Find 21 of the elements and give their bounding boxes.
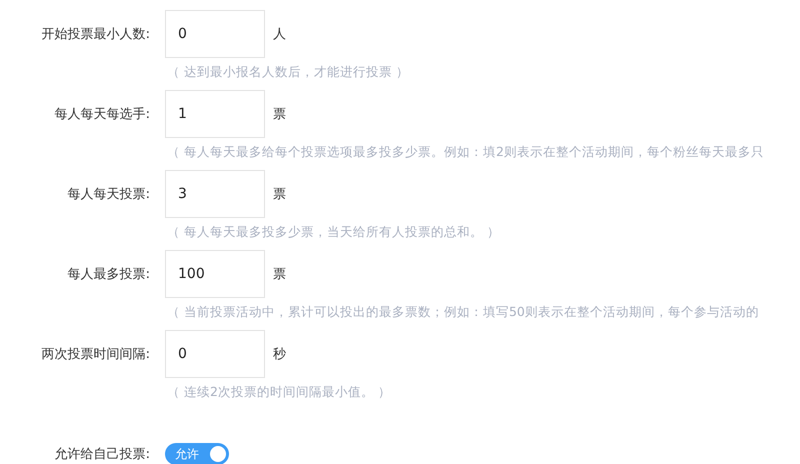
hint-text: （ 每人每天最多给每个投票选项最多投多少票。例如：填2则表示在整个活动期间，每个粉丝每天最多只 [167,143,765,161]
hint-text: （ 达到最小报名人数后，才能进行投票 ） [167,63,410,81]
hint-text: （ 每人每天最多投多少票，当天给所有人投票的总和。 ） [167,223,501,241]
unit-label: 秒 [273,346,286,363]
input-field[interactable]: 1 [165,90,265,138]
input-field[interactable]: 100 [165,250,265,298]
input-field[interactable]: 0 [165,10,265,58]
field-label: 每人每天投票: [66,186,150,203]
unit-label: 人 [273,26,286,43]
unit-label: 票 [273,266,286,283]
unit-label: 票 [273,186,286,203]
hint-text: （ 连续2次投票的时间间隔最小值。 ） [167,383,392,401]
field-label: 每人每天每选手: [54,106,150,123]
input-field[interactable]: 3 [165,170,265,218]
field-label: 允许给自己投票: [54,446,150,463]
field-label: 每人最多投票: [66,266,150,283]
input-field[interactable]: 0 [165,330,265,378]
hint-text: （ 当前投票活动中，累计可以投出的最多票数；例如：填写50则表示在整个活动期间，每个参与活动的 [167,303,760,321]
unit-label: 票 [273,106,286,123]
field-label: 开始投票最小人数: [40,26,150,43]
field-label: 两次投票时间间隔: [40,346,150,363]
